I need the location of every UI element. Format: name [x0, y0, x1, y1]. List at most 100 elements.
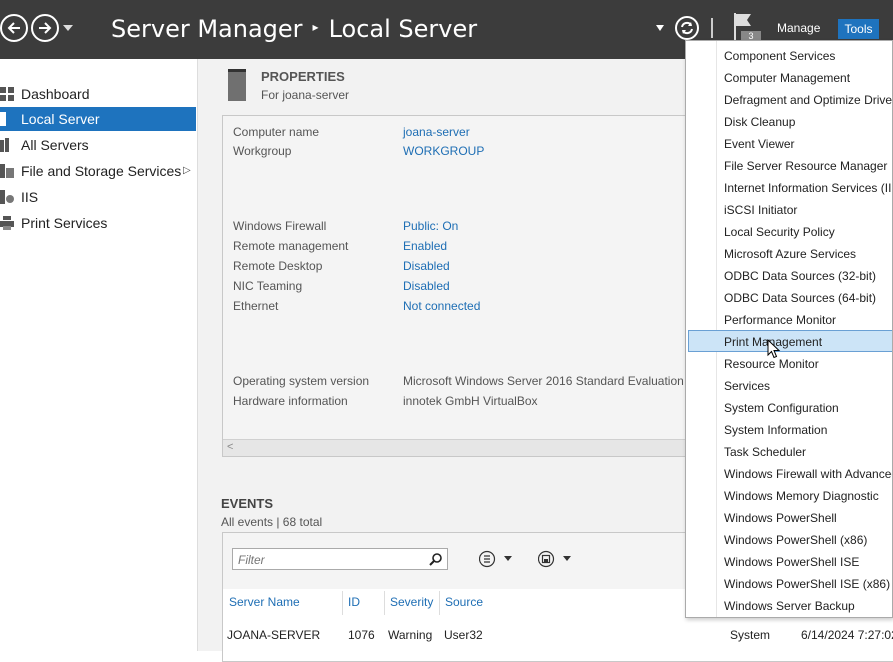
- refresh-icon[interactable]: [674, 15, 700, 41]
- sidebar: Dashboard Local Server All Servers File …: [0, 59, 198, 651]
- menu-item-label: Event Viewer: [724, 137, 795, 151]
- menu-item-label: Microsoft Azure Services: [724, 247, 857, 261]
- events-title: EVENTS: [221, 496, 274, 511]
- toolbar-divider: [711, 18, 713, 38]
- column-header-id[interactable]: ID: [348, 595, 360, 609]
- menu-item-fsrm[interactable]: File Server Resource Manager: [688, 155, 892, 177]
- property-value-link[interactable]: Disabled: [403, 279, 450, 293]
- menu-item-label: Windows Memory Diagnostic: [724, 489, 879, 503]
- iis-icon: [0, 190, 14, 204]
- properties-title: PROPERTIES: [261, 69, 345, 84]
- mouse-cursor-icon: [767, 339, 781, 359]
- manage-menu[interactable]: Manage: [777, 21, 820, 35]
- menu-item-iscsi-initiator[interactable]: iSCSI Initiator: [688, 199, 892, 221]
- sidebar-item-iis[interactable]: IIS: [0, 185, 196, 209]
- arrow-right-icon: [39, 22, 52, 34]
- menu-item-local-security-policy[interactable]: Local Security Policy: [688, 221, 892, 243]
- menu-item-label: Windows PowerShell (x86): [724, 533, 868, 547]
- menu-item-system-information[interactable]: System Information: [688, 419, 892, 441]
- scroll-left-icon[interactable]: <: [227, 441, 233, 453]
- menu-item-event-viewer[interactable]: Event Viewer: [688, 133, 892, 155]
- properties-subtitle: For joana-server: [261, 88, 350, 102]
- history-dropdown-icon[interactable]: [63, 25, 73, 31]
- breadcrumb: Server Manager ▸ Local Server: [111, 15, 477, 43]
- column-header-source[interactable]: Source: [445, 595, 483, 609]
- sidebar-item-dashboard[interactable]: Dashboard: [0, 82, 196, 106]
- menu-item-label: Task Scheduler: [724, 445, 807, 459]
- cell-date: 6/14/2024 7:27:02: [801, 628, 893, 642]
- property-value-link[interactable]: Not connected: [403, 299, 480, 313]
- arrow-left-icon: [7, 22, 20, 34]
- menu-item-performance-monitor[interactable]: Performance Monitor: [688, 309, 892, 331]
- menu-item-label: Windows Firewall with Advanced Security: [724, 467, 893, 481]
- menu-item-label: Disk Cleanup: [724, 115, 796, 129]
- menu-item-services[interactable]: Services: [688, 375, 892, 397]
- list-options-button[interactable]: [478, 550, 519, 568]
- property-value-link[interactable]: WORKGROUP: [403, 144, 484, 158]
- menu-item-powershell-ise[interactable]: Windows PowerShell ISE: [688, 551, 892, 573]
- menu-item-powershell[interactable]: Windows PowerShell: [688, 507, 892, 529]
- menu-item-defragment[interactable]: Defragment and Optimize Drives: [688, 89, 892, 111]
- menu-item-label: Computer Management: [724, 71, 851, 85]
- menu-item-label: Services: [724, 379, 771, 393]
- menu-item-component-services[interactable]: Component Services: [688, 45, 892, 67]
- menu-item-label: Component Services: [724, 49, 836, 63]
- column-header-severity[interactable]: Severity: [390, 595, 433, 609]
- filter-input[interactable]: [236, 552, 430, 568]
- menu-item-resource-monitor[interactable]: Resource Monitor: [688, 353, 892, 375]
- menu-item-task-scheduler[interactable]: Task Scheduler: [688, 441, 892, 463]
- property-value-link[interactable]: Public: On: [403, 219, 458, 233]
- property-key: Hardware information: [233, 394, 348, 408]
- breadcrumb-separator: ▸: [312, 20, 319, 34]
- sidebar-item-label: Local Server: [21, 111, 100, 127]
- back-button[interactable]: [0, 14, 28, 42]
- server-tile-icon: [228, 69, 246, 101]
- menu-item-odbc-64[interactable]: ODBC Data Sources (64-bit): [688, 287, 892, 309]
- list-options-icon: [478, 550, 512, 568]
- property-key: Remote management: [233, 239, 349, 253]
- tools-menu[interactable]: Tools: [838, 19, 879, 39]
- menu-item-memory-diagnostic[interactable]: Windows Memory Diagnostic: [688, 485, 892, 507]
- menu-item-computer-management[interactable]: Computer Management: [688, 67, 892, 89]
- menu-item-iis-manager[interactable]: Internet Information Services (IIS) Mana…: [688, 177, 892, 199]
- menu-item-azure-services[interactable]: Microsoft Azure Services: [688, 243, 892, 265]
- property-key: Workgroup: [233, 144, 292, 158]
- property-value-link[interactable]: Disabled: [403, 259, 450, 273]
- column-divider: [384, 591, 385, 615]
- breadcrumb-app: Server Manager: [111, 15, 303, 43]
- menu-item-windows-firewall[interactable]: Windows Firewall with Advanced Security: [688, 463, 893, 485]
- menu-item-system-configuration[interactable]: System Configuration: [688, 397, 892, 419]
- sidebar-item-all-servers[interactable]: All Servers: [0, 133, 196, 157]
- cell-source: User32: [444, 628, 483, 642]
- column-header-server-name[interactable]: Server Name: [229, 595, 300, 609]
- menu-item-label: ODBC Data Sources (32-bit): [724, 269, 877, 283]
- menu-item-powershell-ise-x86[interactable]: Windows PowerShell ISE (x86): [688, 573, 892, 595]
- printer-icon: [0, 216, 14, 230]
- menu-item-server-backup[interactable]: Windows Server Backup: [688, 595, 892, 617]
- sidebar-item-label: File and Storage Services: [21, 163, 182, 179]
- menu-item-label: Windows PowerShell ISE (x86): [724, 577, 891, 591]
- menu-item-disk-cleanup[interactable]: Disk Cleanup: [688, 111, 892, 133]
- sidebar-item-print-services[interactable]: Print Services: [0, 211, 196, 235]
- save-query-button[interactable]: [537, 550, 578, 568]
- menu-item-print-management[interactable]: Print Management: [688, 330, 892, 352]
- filter-box[interactable]: [232, 548, 448, 570]
- cell-server: JOANA-SERVER: [227, 628, 321, 642]
- sidebar-item-label: IIS: [21, 189, 39, 205]
- menu-item-powershell-x86[interactable]: Windows PowerShell (x86): [688, 529, 892, 551]
- cell-log: System: [730, 628, 771, 642]
- sidebar-item-local-server[interactable]: Local Server: [0, 107, 196, 131]
- property-key: Remote Desktop: [233, 259, 323, 273]
- menu-item-odbc-32[interactable]: ODBC Data Sources (32-bit): [688, 265, 892, 287]
- forward-button[interactable]: [31, 14, 59, 42]
- cell-severity: Warning: [388, 628, 433, 642]
- property-value-link[interactable]: Enabled: [403, 239, 447, 253]
- breadcrumb-dropdown-icon[interactable]: [656, 25, 664, 31]
- menu-item-label: File Server Resource Manager: [724, 159, 888, 173]
- search-icon[interactable]: [429, 553, 442, 566]
- expand-arrow-icon[interactable]: ▷: [183, 159, 191, 183]
- sidebar-item-file-storage[interactable]: File and Storage Services ▷: [0, 159, 196, 183]
- column-divider: [342, 591, 343, 615]
- property-value-link[interactable]: joana-server: [403, 125, 470, 139]
- menu-item-label: System Information: [724, 423, 828, 437]
